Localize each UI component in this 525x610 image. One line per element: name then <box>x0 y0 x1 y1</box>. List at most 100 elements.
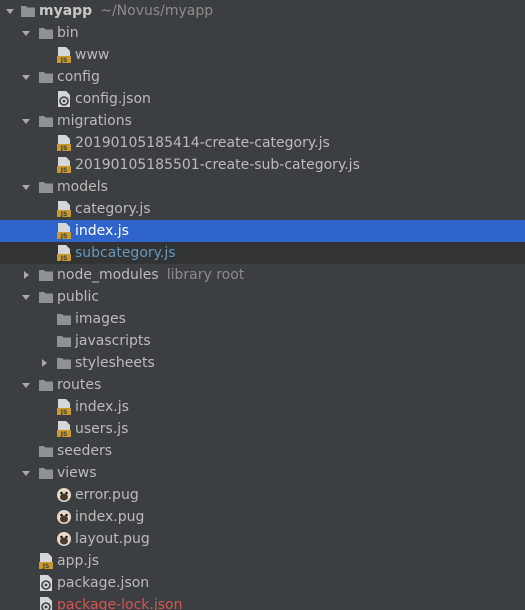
js-file-icon: JS <box>56 201 72 217</box>
tree-item-label: views <box>57 465 97 481</box>
tree-item-label: stylesheets <box>75 355 155 371</box>
tree-item-label: subcategory.js <box>75 245 176 261</box>
tree-row-config-json[interactable]: config.json <box>0 88 525 110</box>
tree-item-label: javascripts <box>75 333 151 349</box>
tree-row-category-js[interactable]: JS category.js <box>0 198 525 220</box>
svg-text:JS: JS <box>60 57 68 63</box>
tree-row-javascripts[interactable]: javascripts <box>0 330 525 352</box>
tree-row-users-js[interactable]: JS users.js <box>0 418 525 440</box>
tree-item-label: public <box>57 289 100 305</box>
tree-item-path: ~/Novus/myapp <box>100 3 214 19</box>
pug-file-icon <box>56 531 72 547</box>
js-file-icon: JS <box>56 157 72 173</box>
tree-row-bin[interactable]: bin <box>0 22 525 44</box>
chevron-down-icon[interactable] <box>18 462 34 484</box>
svg-text:JS: JS <box>60 255 68 261</box>
chevron-down-icon[interactable] <box>18 66 34 88</box>
tree-row-package-lock-json[interactable]: package-lock.json <box>0 594 525 610</box>
chevron-right-icon[interactable] <box>36 352 52 374</box>
tree-item-label: config <box>57 69 100 85</box>
tree-item-label: node_modules <box>57 267 159 283</box>
tree-row-config[interactable]: config <box>0 66 525 88</box>
svg-text:JS: JS <box>60 167 68 173</box>
tree-item-label: models <box>57 179 108 195</box>
tree-row-index-pug[interactable]: index.pug <box>0 506 525 528</box>
folder-icon <box>56 311 72 327</box>
tree-row-migration-create-category[interactable]: JS 20190105185414-create-category.js <box>0 132 525 154</box>
folder-icon <box>38 289 54 305</box>
chevron-right-icon[interactable] <box>18 264 34 286</box>
svg-text:JS: JS <box>60 431 68 437</box>
folder-icon <box>38 267 54 283</box>
folder-icon <box>38 69 54 85</box>
svg-text:JS: JS <box>60 211 68 217</box>
tree-row-layout-pug[interactable]: layout.pug <box>0 528 525 550</box>
folder-icon <box>56 333 72 349</box>
folder-icon <box>38 113 54 129</box>
js-file-icon: JS <box>56 47 72 63</box>
tree-item-label: bin <box>57 25 79 41</box>
folder-icon <box>38 179 54 195</box>
svg-text:JS: JS <box>60 145 68 151</box>
js-file-icon: JS <box>56 421 72 437</box>
folder-icon <box>38 443 54 459</box>
tree-row-app-js[interactable]: JS app.js <box>0 550 525 572</box>
tree-row-subcategory-js[interactable]: JS subcategory.js <box>0 242 525 264</box>
chevron-down-icon[interactable] <box>18 374 34 396</box>
tree-item-label: 20190105185414-create-category.js <box>75 135 330 151</box>
json-file-icon <box>38 597 54 610</box>
project-tree: myapp ~/Novus/myapp bin JS www config co… <box>0 0 525 610</box>
chevron-down-icon[interactable] <box>18 176 34 198</box>
tree-item-label: myapp <box>39 3 93 19</box>
tree-row-models-index-js[interactable]: JS index.js <box>0 220 525 242</box>
tree-item-label: 20190105185501-create-sub-category.js <box>75 157 360 173</box>
chevron-down-icon[interactable] <box>2 0 18 22</box>
tree-row-images[interactable]: images <box>0 308 525 330</box>
library-root-hint: library root <box>166 267 245 283</box>
chevron-down-icon[interactable] <box>18 286 34 308</box>
folder-icon <box>38 377 54 393</box>
tree-item-label: package-lock.json <box>57 597 183 610</box>
tree-row-www[interactable]: JS www <box>0 44 525 66</box>
tree-row-error-pug[interactable]: error.pug <box>0 484 525 506</box>
tree-item-label: layout.pug <box>75 531 150 547</box>
folder-icon <box>38 25 54 41</box>
tree-row-myapp[interactable]: myapp ~/Novus/myapp <box>0 0 525 22</box>
tree-row-package-json[interactable]: package.json <box>0 572 525 594</box>
js-file-icon: JS <box>38 553 54 569</box>
pug-file-icon <box>56 487 72 503</box>
folder-icon <box>56 355 72 371</box>
tree-item-label: www <box>75 47 110 63</box>
svg-text:JS: JS <box>42 563 50 569</box>
js-file-icon: JS <box>56 245 72 261</box>
tree-item-label: package.json <box>57 575 150 591</box>
chevron-down-icon[interactable] <box>18 22 34 44</box>
js-file-icon: JS <box>56 399 72 415</box>
tree-row-stylesheets[interactable]: stylesheets <box>0 352 525 374</box>
tree-item-label: index.js <box>75 399 129 415</box>
tree-row-migration-create-sub-category[interactable]: JS 20190105185501-create-sub-category.js <box>0 154 525 176</box>
tree-row-seeders[interactable]: seeders <box>0 440 525 462</box>
tree-item-label: category.js <box>75 201 151 217</box>
js-file-icon: JS <box>56 223 72 239</box>
chevron-down-icon[interactable] <box>18 110 34 132</box>
tree-row-public[interactable]: public <box>0 286 525 308</box>
tree-item-label: index.js <box>75 223 129 239</box>
pug-file-icon <box>56 509 72 525</box>
tree-row-routes[interactable]: routes <box>0 374 525 396</box>
tree-item-label: users.js <box>75 421 129 437</box>
svg-text:JS: JS <box>60 233 68 239</box>
tree-row-views[interactable]: views <box>0 462 525 484</box>
tree-item-label: images <box>75 311 126 327</box>
json-file-icon <box>56 91 72 107</box>
tree-item-label: app.js <box>57 553 99 569</box>
tree-row-node-modules[interactable]: node_modules library root <box>0 264 525 286</box>
tree-item-label: migrations <box>57 113 132 129</box>
tree-item-label: routes <box>57 377 102 393</box>
tree-row-migrations[interactable]: migrations <box>0 110 525 132</box>
folder-icon <box>20 3 36 19</box>
tree-row-routes-index-js[interactable]: JS index.js <box>0 396 525 418</box>
tree-row-models[interactable]: models <box>0 176 525 198</box>
tree-item-label: seeders <box>57 443 113 459</box>
svg-text:JS: JS <box>60 409 68 415</box>
